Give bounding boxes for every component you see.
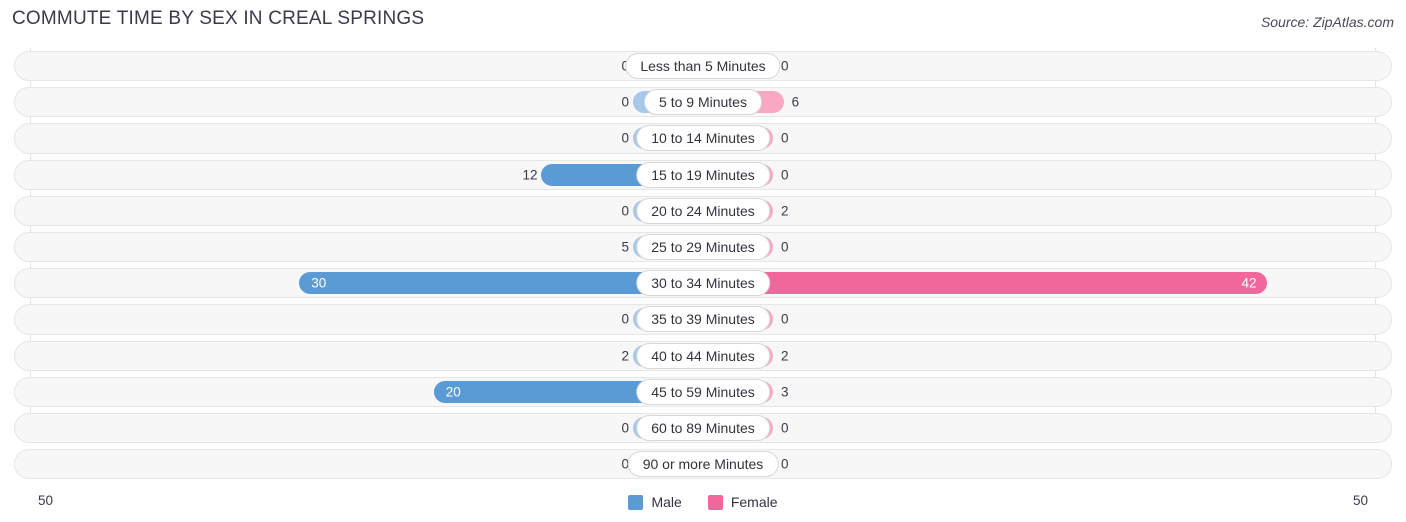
chart-row: 0 0 60 to 89 Minutes [0, 410, 1406, 446]
bar-value-male: 0 [621, 203, 629, 219]
bar-value-female: 0 [781, 311, 789, 327]
category-label: 40 to 44 Minutes [636, 342, 770, 369]
bar-female[interactable] [703, 272, 1268, 295]
category-label: 20 to 24 Minutes [636, 197, 770, 224]
legend-item-male[interactable]: Male [628, 494, 682, 510]
bar-value-female: 3 [781, 384, 789, 400]
bar-value-male: 2 [621, 348, 629, 364]
bar-value-male: 0 [621, 420, 629, 436]
bar-value-male: 12 [522, 167, 538, 183]
chart-row: 12 0 15 to 19 Minutes [0, 157, 1406, 193]
chart-row: 0 6 5 to 9 Minutes [0, 84, 1406, 120]
bar-value-male: 5 [621, 239, 629, 255]
chart-row: 2 2 40 to 44 Minutes [0, 338, 1406, 374]
chart-legend: Male Female [0, 494, 1406, 510]
source-attribution: Source: ZipAtlas.com [1260, 14, 1394, 30]
chart-row: 0 2 20 to 24 Minutes [0, 193, 1406, 229]
bar-value-female: 42 [1241, 275, 1257, 291]
chart-row: 5 0 25 to 29 Minutes [0, 229, 1406, 265]
bar-value-female: 2 [781, 348, 789, 364]
bar-value-male: 0 [621, 94, 629, 110]
category-label: 10 to 14 Minutes [636, 125, 770, 152]
legend-item-female[interactable]: Female [707, 494, 778, 510]
category-label: 5 to 9 Minutes [644, 89, 762, 116]
bar-value-female: 0 [781, 456, 789, 472]
bar-value-male: 0 [621, 311, 629, 327]
bar-value-male: 30 [311, 275, 327, 291]
category-label: Less than 5 Minutes [625, 53, 781, 80]
bar-value-female: 0 [781, 239, 789, 255]
chart-row: 30 42 30 to 34 Minutes [0, 265, 1406, 301]
category-label: 30 to 34 Minutes [636, 270, 770, 297]
bar-value-male: 20 [445, 384, 461, 400]
chart-row: 0 0 35 to 39 Minutes [0, 301, 1406, 337]
chart-row: 0 0 90 or more Minutes [0, 446, 1406, 482]
bar-value-female: 6 [791, 94, 800, 110]
category-label: 90 or more Minutes [627, 451, 779, 478]
page-title: COMMUTE TIME BY SEX IN CREAL SPRINGS [12, 8, 425, 29]
chart-row: 20 3 45 to 59 Minutes [0, 374, 1406, 410]
legend-swatch-female [707, 494, 723, 510]
legend-label-female: Female [730, 494, 778, 510]
legend-swatch-male [628, 494, 644, 510]
legend-label-male: Male [651, 494, 682, 510]
bar-value-male: 0 [621, 456, 629, 472]
bar-value-female: 0 [781, 420, 789, 436]
category-label: 15 to 19 Minutes [636, 161, 770, 188]
bar-value-female: 0 [781, 58, 789, 74]
chart-row: 0 0 10 to 14 Minutes [0, 120, 1406, 156]
category-label: 35 to 39 Minutes [636, 306, 770, 333]
bar-value-female: 0 [781, 130, 789, 146]
bar-value-female: 0 [781, 167, 789, 183]
chart-plot-area: 00Less than 5 Minutes065 to 9 Minutes001… [0, 48, 1406, 482]
bar-value-female: 2 [781, 203, 789, 219]
category-label: 25 to 29 Minutes [636, 234, 770, 261]
chart-row: 00Less than 5 Minutes [0, 48, 1406, 84]
category-label: 60 to 89 Minutes [636, 414, 770, 441]
bar-value-male: 0 [621, 130, 629, 146]
category-label: 45 to 59 Minutes [636, 378, 770, 405]
chart-rows: 00Less than 5 Minutes065 to 9 Minutes001… [0, 48, 1406, 482]
